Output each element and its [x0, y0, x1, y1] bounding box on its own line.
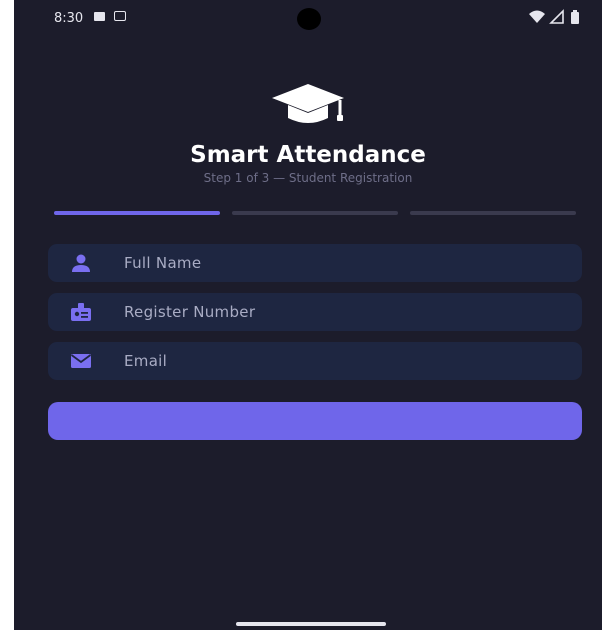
status-bar: 8:30 — [14, 0, 602, 40]
screen-icon — [114, 11, 126, 21]
continue-button[interactable] — [48, 402, 582, 440]
page-title: Smart Attendance — [190, 142, 426, 168]
graduation-cap-icon — [272, 84, 344, 123]
progress-step-1 — [54, 211, 220, 215]
page-subtitle: Step 1 of 3 — Student Registration — [203, 171, 413, 185]
person-icon — [72, 254, 90, 272]
step-progress-indicator — [54, 211, 576, 216]
full-name-input[interactable] — [124, 244, 564, 282]
progress-step-3 — [410, 211, 576, 215]
email-icon — [70, 354, 92, 368]
progress-step-2 — [232, 211, 398, 215]
signal-icon — [549, 9, 564, 24]
home-indicator[interactable] — [236, 622, 386, 626]
battery-icon — [571, 10, 579, 24]
phone-screen: 8:30 Smart Attendance Step 1 of 3 — Stud… — [14, 0, 602, 630]
register-number-field[interactable] — [48, 293, 582, 331]
wifi-icon — [529, 10, 545, 23]
register-number-input[interactable] — [124, 293, 564, 331]
id-badge-icon — [71, 303, 91, 321]
email-field[interactable] — [48, 342, 582, 380]
sd-card-icon — [94, 12, 105, 21]
camera-cutout — [297, 8, 321, 30]
status-icons — [518, 9, 588, 25]
full-name-field[interactable] — [48, 244, 582, 282]
status-time: 8:30 — [54, 11, 84, 26]
email-input[interactable] — [124, 342, 564, 380]
